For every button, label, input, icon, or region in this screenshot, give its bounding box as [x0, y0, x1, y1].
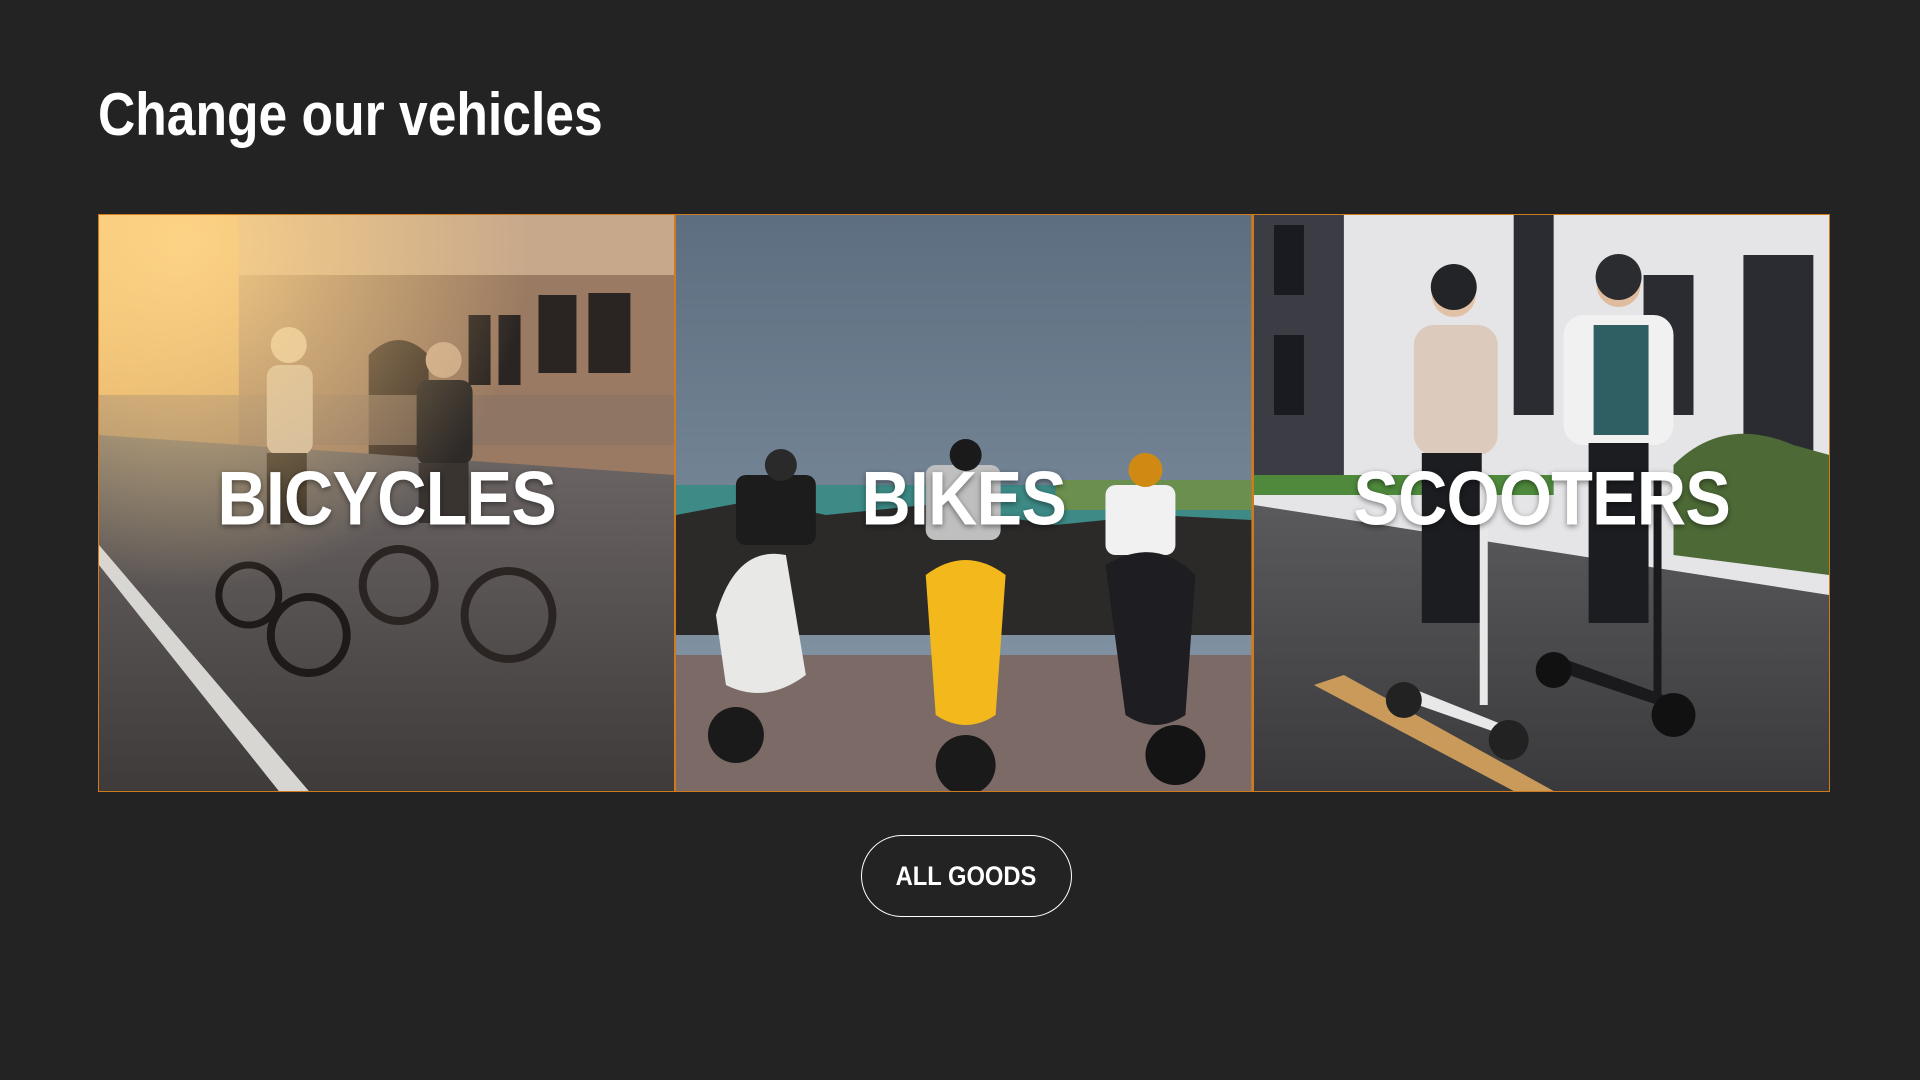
category-label-bikes: BIKES	[861, 456, 1067, 542]
category-label-scooters: SCOOTERS	[1352, 456, 1731, 542]
all-goods-button[interactable]: ALL GOODS	[861, 835, 1072, 917]
category-card-bicycles[interactable]: BICYCLES	[99, 215, 675, 791]
category-card-bikes[interactable]: BIKES	[676, 215, 1252, 791]
all-goods-button-label: ALL GOODS	[896, 860, 1037, 891]
page: Change our vehicles BICYCLES BIKES SCOOT…	[0, 0, 1920, 1080]
category-card-scooters[interactable]: SCOOTERS	[1253, 215, 1829, 791]
vehicle-category-grid: BICYCLES BIKES SCOOTERS	[98, 214, 1830, 792]
category-label-bicycles: BICYCLES	[217, 456, 557, 542]
section-title: Change our vehicles	[98, 81, 603, 148]
